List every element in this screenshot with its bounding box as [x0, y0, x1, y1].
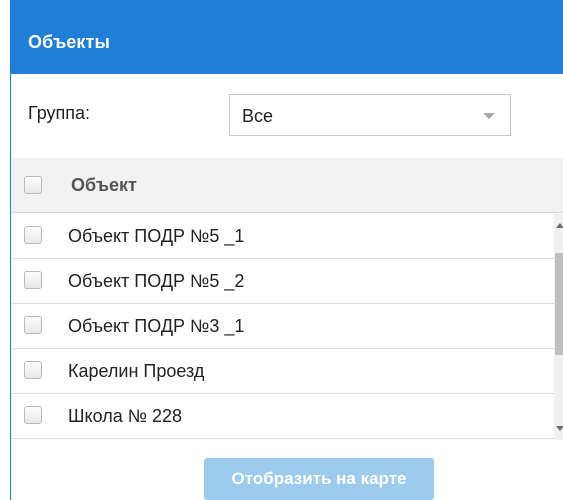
scrollbar-thumb[interactable] [555, 253, 563, 355]
column-header-object: Объект [71, 175, 137, 195]
list-item[interactable]: Объект ПОДР №5 _1 [11, 214, 554, 259]
object-checkbox[interactable] [24, 406, 42, 424]
object-label: Школа № 228 [68, 406, 183, 426]
object-list[interactable]: Объект ПОДР №5 _1 Объект ПОДР №5 _2 Объе… [11, 214, 554, 440]
table-header: Объект [11, 158, 563, 213]
object-checkbox[interactable] [24, 271, 42, 289]
object-label: Объект ПОДР №5 _1 [68, 226, 245, 246]
object-label: Объект ПОДР №3 _1 [68, 316, 245, 336]
object-label: Объект ПОДР №5 _2 [68, 271, 245, 291]
panel-title: Объекты [28, 32, 110, 52]
object-label: Карелин Проезд [68, 361, 205, 381]
list-item[interactable]: Карелин Проезд [11, 349, 554, 394]
group-select-value: Все [242, 106, 274, 126]
show-on-map-button[interactable]: Отобразить на карте [204, 458, 434, 500]
chevron-up-icon[interactable] [556, 223, 563, 228]
object-checkbox[interactable] [24, 316, 42, 334]
list-item[interactable]: Объект ПОДР №3 _1 [11, 304, 554, 349]
objects-panel: Объекты Группа: Все Объект Объект ПОДР №… [10, 0, 563, 500]
group-label: Группа: [28, 103, 91, 123]
group-select[interactable]: Все [229, 94, 511, 136]
select-all-checkbox[interactable] [24, 176, 42, 194]
object-checkbox[interactable] [24, 226, 42, 244]
panel-header: Объекты [11, 0, 563, 74]
list-item[interactable]: Школа № 228 [11, 394, 554, 439]
list-scrollbar[interactable] [554, 214, 563, 440]
chevron-down-icon [483, 113, 495, 119]
list-item[interactable]: Объект ПОДР №5 _2 [11, 259, 554, 304]
chevron-down-icon[interactable] [556, 426, 563, 431]
object-checkbox[interactable] [24, 361, 42, 379]
